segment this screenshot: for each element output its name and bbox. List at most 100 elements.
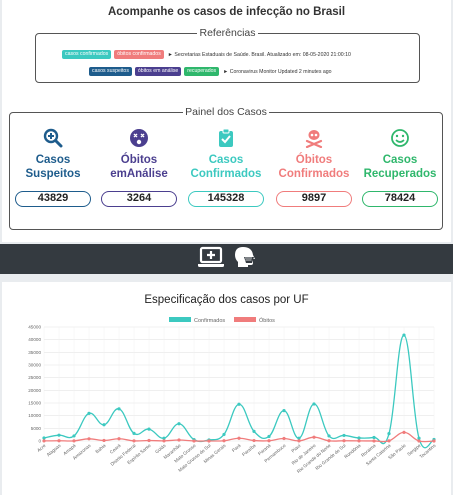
data-point — [402, 430, 406, 434]
data-point — [327, 434, 331, 438]
tag-obitos-em-analise: óbitos em análise — [134, 67, 182, 76]
data-point — [282, 409, 286, 413]
y-tick-label: 0 — [38, 439, 41, 444]
source-text-1: ► Secretarias Estaduais de Saúde. Brasil… — [167, 51, 351, 58]
panel-item-obitos-confirmados: Óbitos Confirmados 9897 — [271, 128, 357, 207]
source-text-2: ► Coronavirus Monitor Updated 2 minutes … — [223, 68, 332, 75]
x-tick-label: Bahia — [94, 443, 107, 455]
data-point — [102, 438, 106, 443]
data-point — [192, 439, 196, 443]
head-side-mask-icon[interactable] — [234, 246, 256, 273]
panel-label: Óbitos emAnálise — [110, 154, 168, 180]
x-tick-label: Pará — [231, 443, 242, 453]
panel-label: Óbitos Confirmados — [278, 154, 350, 180]
tag-casos-suspeitos: casos suspeitos — [89, 67, 132, 76]
data-point — [237, 402, 241, 406]
y-tick-label: 45000 — [28, 325, 41, 330]
legend-swatch — [234, 317, 256, 322]
clipboard-check-icon — [183, 128, 269, 148]
panel-label: Casos Suspeitos — [25, 154, 81, 180]
x-tick-label: Acre — [36, 443, 47, 453]
dizzy-face-icon — [96, 128, 182, 148]
y-tick-label: 40000 — [28, 337, 41, 342]
data-point — [177, 438, 181, 442]
search-plus-icon — [10, 128, 96, 148]
tag-casos-confirmados: casos confirmados — [62, 50, 112, 59]
data-point — [147, 427, 151, 431]
smile-icon — [357, 128, 443, 148]
data-point — [417, 439, 421, 443]
legend-label: Óbitos — [259, 317, 275, 324]
panel-label: Casos Confirmados — [190, 154, 262, 180]
top-card: Acompanhe os casos de infecção no Brasil… — [2, 0, 451, 242]
y-tick-label: 35000 — [28, 350, 41, 355]
data-point — [357, 436, 361, 440]
cases-panel: Painel dos Casos Casos Suspeitos 43829 Ób… — [9, 106, 443, 230]
panel-item-casos-suspeitos: Casos Suspeitos 43829 — [10, 128, 96, 207]
panel-legend: Painel dos Casos — [183, 106, 269, 118]
tag-recuperados: recuperados — [184, 67, 220, 76]
data-point — [372, 439, 376, 443]
data-point — [252, 429, 256, 433]
data-point — [417, 436, 421, 440]
panel-item-obitos-em-analise: Óbitos emAnálise 3264 — [96, 128, 182, 207]
data-point — [327, 439, 331, 443]
data-point — [147, 438, 151, 443]
data-point — [267, 434, 271, 439]
data-point — [207, 439, 211, 443]
chart-card: Especificação dos casos por UF Confirmad… — [2, 282, 451, 495]
y-tick-label: 20000 — [28, 388, 41, 393]
data-point — [87, 411, 91, 415]
data-point — [132, 439, 136, 443]
y-tick-label: 25000 — [28, 375, 41, 380]
panel-value: 145328 — [188, 191, 264, 207]
y-tick-label: 30000 — [28, 363, 41, 368]
x-tick-label: Rondônia — [343, 443, 362, 460]
data-point — [312, 435, 316, 439]
laptop-medical-icon[interactable] — [197, 246, 224, 273]
panel-value: 43829 — [15, 191, 91, 207]
panel-value: 78424 — [362, 191, 438, 207]
data-point — [132, 431, 136, 435]
data-point — [267, 439, 271, 443]
legend-label: Confirmados — [194, 318, 225, 324]
references-legend: Referências — [197, 27, 258, 39]
references-row-2: casos suspeitos óbitos em análise recupe… — [89, 67, 332, 76]
data-point — [42, 436, 46, 440]
data-point — [42, 439, 46, 443]
data-point — [432, 439, 436, 443]
x-tick-label: Alagoas — [46, 442, 62, 457]
chart-svg: Confirmados Óbitos 0 5000 10000 15000 20000 250… — [28, 317, 437, 474]
x-tick-label: Goiás — [154, 442, 167, 454]
data-point — [117, 437, 121, 441]
data-point — [357, 439, 361, 443]
data-point — [102, 423, 106, 427]
data-point — [387, 432, 391, 436]
data-point — [57, 433, 61, 437]
data-point — [402, 333, 406, 337]
data-point — [177, 422, 181, 426]
data-point — [252, 438, 256, 443]
panel-item-casos-recuperados: Casos Recuperados 78424 — [357, 128, 443, 207]
x-tick-label: Piauí — [290, 442, 302, 453]
icon-toolbar — [0, 244, 453, 274]
data-point — [342, 433, 346, 438]
references-row-1: casos confirmados óbitos confirmados ► S… — [62, 50, 351, 59]
data-point — [162, 439, 166, 443]
references-box: Referências casos confirmados óbitos con… — [35, 27, 420, 83]
data-point — [72, 434, 76, 438]
data-point — [222, 432, 226, 437]
page-title: Acompanhe os casos de infecção no Brasil — [107, 6, 346, 18]
panel-label: Casos Recuperados — [363, 154, 437, 180]
legend-swatch — [169, 317, 191, 322]
panel-item-casos-confirmados: Casos Confirmados 145328 — [183, 128, 269, 207]
data-point — [117, 407, 121, 411]
panel-value: 3264 — [101, 191, 177, 207]
data-point — [282, 436, 286, 441]
data-point — [342, 439, 346, 443]
skull-crossbones-icon — [271, 128, 357, 148]
data-point — [72, 439, 76, 443]
y-tick-label: 5000 — [31, 426, 42, 431]
data-point — [312, 402, 316, 406]
panel-value: 9897 — [276, 191, 352, 207]
